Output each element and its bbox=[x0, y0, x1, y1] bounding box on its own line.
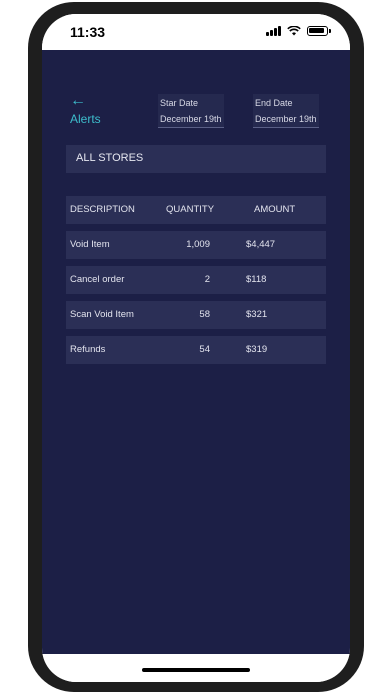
row-description: Cancel order bbox=[70, 274, 125, 285]
header-amount: AMOUNT bbox=[254, 204, 296, 215]
row-description: Refunds bbox=[70, 344, 106, 355]
status-icons bbox=[266, 26, 331, 36]
end-date-label: End Date bbox=[255, 98, 293, 108]
header-quantity: QUANTITY bbox=[166, 204, 215, 215]
wifi-icon bbox=[287, 26, 301, 36]
start-date-field[interactable]: Star Date December 19th bbox=[158, 94, 224, 128]
row-quantity: 54 bbox=[199, 344, 210, 355]
row-amount: $118 bbox=[246, 274, 267, 285]
status-time: 11:33 bbox=[70, 24, 106, 40]
battery-icon bbox=[307, 26, 331, 36]
signal-icon bbox=[266, 26, 281, 36]
back-arrow-icon: ← bbox=[70, 92, 86, 109]
start-date-value: December 19th bbox=[160, 114, 222, 124]
end-date-field[interactable]: End Date December 19th bbox=[253, 94, 319, 128]
home-bar-area bbox=[42, 654, 350, 682]
phone-screen: 11:33 ← Alerts Star Date December 19th E… bbox=[42, 14, 350, 682]
back-button[interactable]: ← Alerts bbox=[70, 92, 101, 127]
row-amount: $4,447 bbox=[246, 239, 276, 250]
store-selector[interactable]: ALL STORES bbox=[66, 145, 326, 173]
header-description: DESCRIPTION bbox=[70, 204, 135, 215]
status-bar: 11:33 bbox=[42, 14, 350, 50]
row-amount: $319 bbox=[246, 344, 268, 355]
row-quantity: 1,009 bbox=[186, 239, 210, 250]
store-selector-value: ALL STORES bbox=[76, 152, 144, 164]
table-row[interactable]: Cancel order 2 $118 bbox=[66, 266, 326, 294]
start-date-label: Star Date bbox=[160, 98, 199, 108]
row-description: Scan Void Item bbox=[70, 309, 134, 320]
table-row[interactable]: Void Item 1,009 $4,447 bbox=[66, 231, 326, 259]
back-label: Alerts bbox=[70, 112, 101, 126]
alerts-screen: ← Alerts Star Date December 19th End Dat… bbox=[42, 50, 350, 654]
table-header: DESCRIPTION QUANTITY AMOUNT bbox=[66, 196, 326, 224]
row-amount: $321 bbox=[246, 309, 268, 320]
row-quantity: 2 bbox=[204, 274, 210, 285]
table-row[interactable]: Refunds 54 $319 bbox=[66, 336, 326, 364]
table-row[interactable]: Scan Void Item 58 $321 bbox=[66, 301, 326, 329]
end-date-value: December 19th bbox=[255, 114, 317, 124]
row-quantity: 58 bbox=[199, 309, 210, 320]
home-indicator[interactable] bbox=[142, 668, 250, 672]
row-description: Void Item bbox=[70, 239, 110, 250]
